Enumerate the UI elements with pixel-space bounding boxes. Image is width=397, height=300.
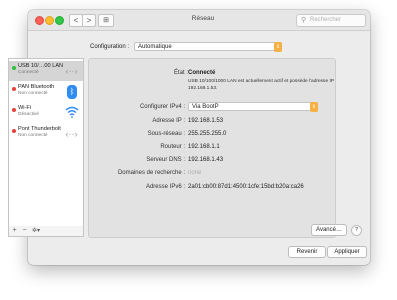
router-value: 192.168.1.1 bbox=[188, 144, 220, 150]
status-description: USB 10/100/1000 LAN est actuellement act… bbox=[188, 79, 334, 91]
revert-button[interactable]: Revenir bbox=[288, 246, 326, 258]
configuration-label: Configuration : bbox=[90, 44, 130, 50]
service-status: Non connecté bbox=[18, 133, 48, 138]
service-name: PAN Bluetooth bbox=[18, 84, 55, 90]
gear-menu-icon[interactable]: ✲▾ bbox=[30, 226, 42, 236]
service-status: Non connecté bbox=[18, 91, 48, 96]
window-title: Réseau bbox=[191, 15, 215, 22]
search-domains-value: none bbox=[188, 170, 202, 176]
minimize-window-button[interactable] bbox=[45, 16, 54, 25]
status-value: Connecté bbox=[188, 70, 216, 76]
apply-button[interactable]: Appliquer bbox=[327, 246, 367, 258]
service-item-pan-bluetooth[interactable]: PAN Bluetooth Non connecté ᛒ bbox=[9, 82, 83, 102]
zoom-window-button[interactable] bbox=[55, 16, 64, 25]
search-domains-label: Domaines de recherche : bbox=[117, 170, 185, 176]
dns-server-label: Serveur DNS : bbox=[146, 157, 185, 163]
subnet-label: Sous-réseau : bbox=[147, 131, 185, 137]
configuration-value: Automatique bbox=[138, 44, 172, 50]
advanced-button[interactable]: Avancé… bbox=[311, 224, 347, 236]
status-dot-green bbox=[12, 66, 16, 70]
forward-button[interactable]: > bbox=[82, 14, 96, 27]
subnet-value: 255.255.255.0 bbox=[188, 131, 227, 137]
configure-ipv4-select[interactable]: Via BootP ⇕ bbox=[188, 102, 318, 112]
ip-address-label: Adresse IP : bbox=[152, 118, 185, 124]
router-label: Routeur : bbox=[160, 144, 185, 150]
service-status: Désactivé bbox=[18, 112, 40, 117]
configure-ipv4-label: Configurer IPv4 : bbox=[139, 104, 185, 110]
remove-service-button[interactable]: − bbox=[20, 226, 29, 236]
search-placeholder: Rechercher bbox=[310, 17, 342, 23]
ip-address-value: 192.168.1.53 bbox=[188, 118, 224, 124]
status-dot-red bbox=[12, 108, 16, 112]
back-button[interactable]: < bbox=[69, 14, 83, 27]
service-status: Connecté bbox=[18, 70, 39, 75]
status-label: État : bbox=[173, 70, 188, 76]
search-icon: ⚲ bbox=[301, 17, 307, 24]
search-field[interactable]: ⚲ Rechercher bbox=[296, 14, 366, 27]
dns-server-value: 192.168.1.43 bbox=[188, 157, 224, 163]
title-bar: < > ⊞ Réseau ⚲ Rechercher bbox=[28, 10, 370, 31]
bluetooth-icon: ᛒ bbox=[67, 85, 77, 99]
help-button[interactable]: ? bbox=[351, 225, 362, 236]
service-list-toolbar: + − ✲▾ bbox=[8, 226, 84, 237]
ipv6-address-value: 2a01:cb00:87d1:4500:1cfe:15bd:b20a:ca26 bbox=[188, 184, 304, 190]
ipv6-address-label: Adresse IPv6 : bbox=[145, 184, 185, 190]
add-service-button[interactable]: + bbox=[10, 226, 19, 236]
service-name: Wi-Fi bbox=[18, 105, 32, 111]
close-window-button[interactable] bbox=[35, 16, 44, 25]
service-list: USB 10/…00 LAN Connecté ‹··› PAN Bluetoo… bbox=[8, 58, 84, 228]
configure-ipv4-value: Via BootP bbox=[192, 104, 219, 110]
select-arrows-icon: ⇕ bbox=[274, 42, 282, 52]
status-dot-red bbox=[12, 87, 16, 91]
configuration-select[interactable]: Automatique ⇕ bbox=[134, 42, 282, 52]
show-all-grid-icon[interactable]: ⊞ bbox=[98, 14, 114, 27]
status-dot-red bbox=[12, 129, 16, 133]
select-arrows-icon: ⇕ bbox=[310, 102, 318, 112]
service-name: USB 10/…00 LAN bbox=[18, 63, 64, 69]
